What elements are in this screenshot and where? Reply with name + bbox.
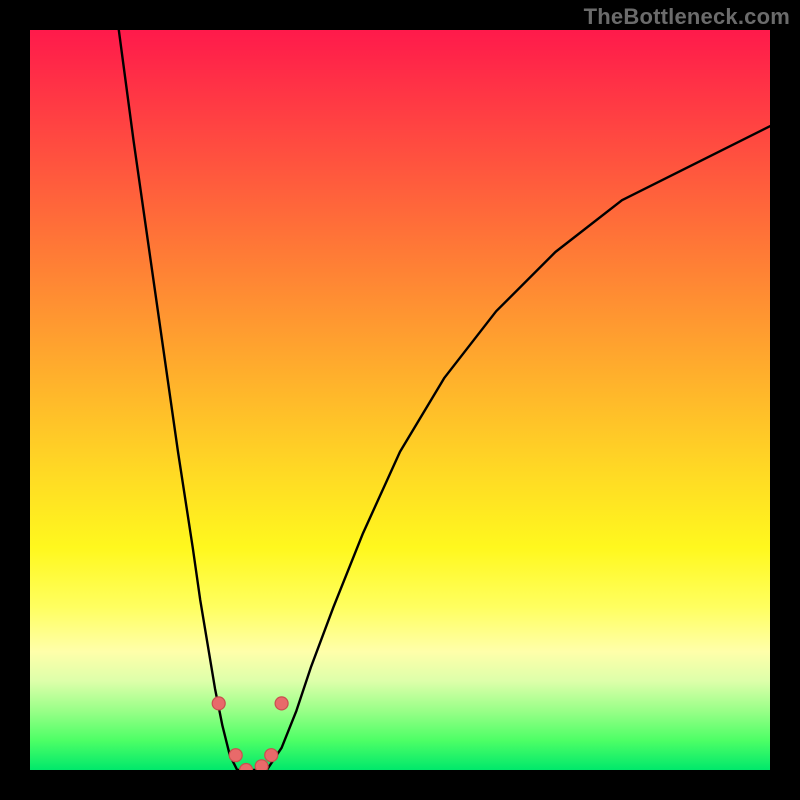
watermark-text: TheBottleneck.com: [584, 4, 790, 30]
bottleneck-curve: [119, 30, 770, 770]
data-marker: [212, 697, 225, 710]
chart-svg: [30, 30, 770, 770]
data-marker: [265, 749, 278, 762]
data-marker: [275, 697, 288, 710]
data-marker: [255, 760, 268, 770]
chart-plot-area: [30, 30, 770, 770]
data-marker: [240, 764, 253, 771]
viewport: TheBottleneck.com: [0, 0, 800, 800]
data-marker: [229, 749, 242, 762]
